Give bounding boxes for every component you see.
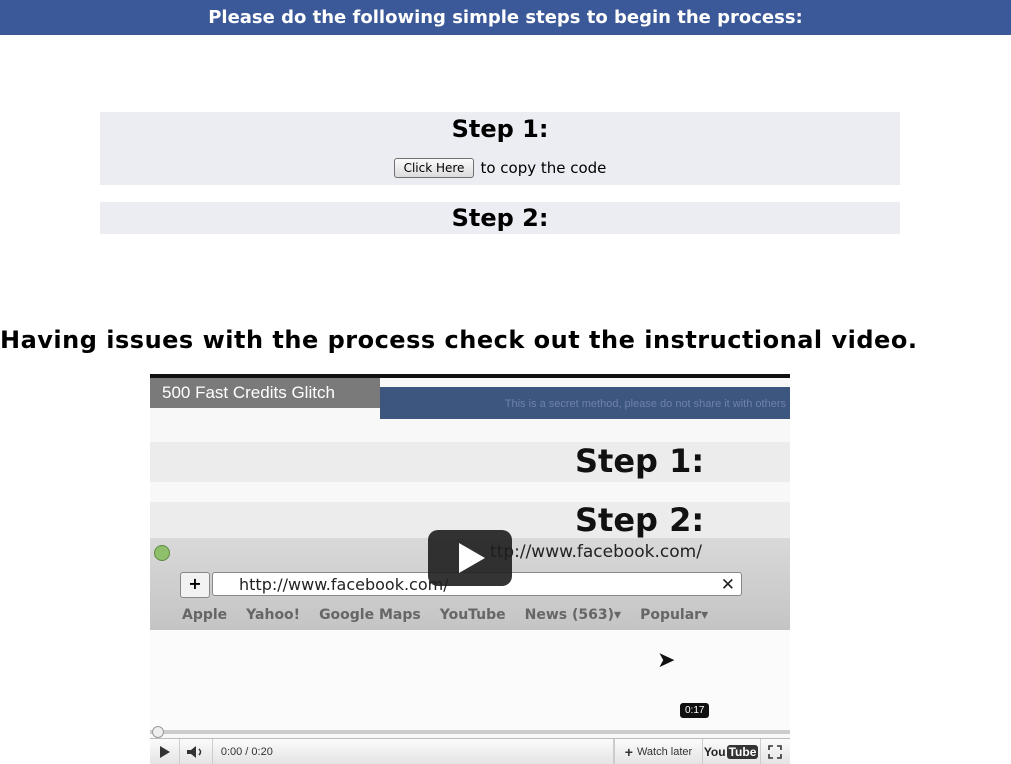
video-player[interactable]: This is a secret method, please do not s… — [150, 374, 790, 764]
watch-later-label: Watch later — [636, 746, 693, 758]
bookmark-item: Apple — [182, 607, 228, 623]
video-title[interactable]: 500 Fast Credits Glitch — [150, 378, 380, 408]
video-frame-url: http://www.facebook.com/ — [239, 575, 449, 594]
step-2-box: Step 2: — [100, 202, 900, 234]
plus-icon: + — [180, 572, 210, 598]
bookmark-item: News (563)▾ — [524, 607, 622, 623]
fullscreen-icon — [768, 745, 783, 759]
youtube-tube: Tube — [726, 745, 759, 759]
step-2-title: Step 2: — [451, 204, 549, 232]
watch-later-button[interactable]: + Watch later — [614, 739, 703, 764]
play-overlay-button[interactable] — [428, 530, 512, 586]
video-frame-banner: This is a secret method, please do not s… — [380, 387, 790, 419]
video-controls: 0:00 / 0:20 + Watch later You Tube — [150, 738, 790, 764]
progress-bar[interactable] — [150, 726, 790, 738]
youtube-you: You — [703, 745, 726, 759]
youtube-logo[interactable]: You Tube — [703, 739, 761, 764]
time-display: 0:00 / 0:20 — [213, 739, 615, 764]
time-tooltip: 0:17 — [680, 703, 710, 718]
step-1-suffix: to copy the code — [480, 159, 607, 177]
play-icon — [459, 543, 485, 573]
cursor-icon: ➤ — [657, 648, 676, 673]
click-here-button[interactable]: Click Here — [393, 158, 475, 178]
volume-icon — [187, 746, 202, 758]
video-frame-bookmarks: Apple Yahoo! Google Maps YouTube News (5… — [150, 602, 790, 628]
video-frame-step-1: Step 1: — [575, 442, 705, 480]
scrubber-handle[interactable] — [152, 726, 164, 738]
bookmark-item: Popular▾ — [640, 607, 709, 623]
play-button[interactable] — [150, 739, 181, 764]
play-icon — [159, 746, 170, 758]
bookmark-item: YouTube — [439, 607, 506, 623]
video-frame-step-2: Step 2: — [575, 501, 705, 539]
video-frame-url-ghost: ttp://www.facebook.com/ — [490, 542, 702, 562]
close-icon: ✕ — [720, 575, 735, 595]
step-1-title: Step 1: — [451, 115, 549, 143]
bookmark-item: Google Maps — [319, 607, 421, 623]
step-1-box: Step 1: Click Here to copy the code — [100, 112, 900, 185]
top-banner: Please do the following simple steps to … — [0, 0, 1011, 35]
fullscreen-button[interactable] — [761, 739, 790, 764]
window-button-icon — [154, 545, 170, 561]
issues-heading: Having issues with the process check out… — [0, 326, 918, 354]
step-1-row: Click Here to copy the code — [100, 158, 900, 178]
plus-icon: + — [624, 744, 633, 760]
bookmark-item: Yahoo! — [246, 607, 301, 623]
volume-button[interactable] — [180, 739, 213, 764]
banner-title: Please do the following simple steps to … — [208, 7, 803, 28]
